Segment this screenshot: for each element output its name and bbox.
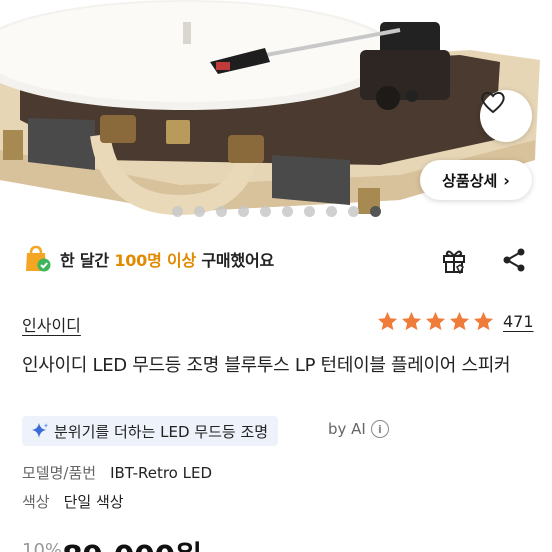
spec-row-model: 모델명/품번 IBT-Retro LED — [22, 462, 212, 483]
heart-icon — [481, 91, 505, 114]
star-icon — [401, 311, 422, 331]
ai-summary-text: 분위기를 더하는 LED 무드등 조명 — [54, 422, 269, 441]
carousel-dot[interactable] — [325, 206, 337, 217]
chevron-right-icon: › — [503, 170, 510, 190]
carousel-dot[interactable] — [171, 206, 183, 217]
gift-icon[interactable] — [440, 246, 468, 275]
spec-value: IBT-Retro LED — [110, 464, 213, 482]
carousel-dot[interactable] — [259, 206, 271, 217]
carousel-dot[interactable] — [281, 206, 293, 217]
ai-source[interactable]: by AI i — [328, 420, 389, 438]
spec-label: 모델명/품번 — [22, 464, 97, 482]
ai-summary-chip[interactable]: 분위기를 더하는 LED 무드등 조명 — [22, 416, 279, 446]
carousel-pagination — [0, 206, 552, 220]
review-count-link[interactable]: 471 — [503, 312, 534, 331]
star-icon — [473, 311, 494, 331]
spec-label: 색상 — [22, 493, 50, 511]
spec-value: 단일 색상 — [63, 493, 124, 511]
product-detail-button[interactable]: 상품상세 › — [420, 160, 532, 200]
purchase-count-banner: 한 달간 100명 이상 구매했어요 — [22, 244, 274, 274]
carousel-dot[interactable] — [215, 206, 227, 217]
brand-link[interactable]: 인사이디 — [22, 312, 81, 336]
carousel-dot[interactable] — [193, 206, 205, 217]
product-image-carousel[interactable]: 상품상세 › — [0, 0, 552, 226]
spec-row-color: 색상 단일 색상 — [22, 491, 124, 512]
share-icon[interactable] — [500, 246, 528, 274]
product-detail-label: 상품상세 — [442, 171, 498, 190]
purchase-prefix: 한 달간 — [60, 251, 115, 270]
sparkle-icon — [32, 423, 48, 438]
purchase-count: 100명 이상 — [114, 251, 197, 270]
carousel-dot[interactable] — [237, 206, 249, 217]
ai-source-label: by AI — [328, 420, 366, 438]
star-icon — [449, 311, 470, 331]
carousel-dot[interactable] — [369, 206, 381, 217]
product-title: 인사이디 LED 무드등 조명 블루투스 LP 턴테이블 플레이어 스피커 — [22, 355, 511, 376]
wish-button[interactable] — [480, 90, 532, 142]
carousel-dot[interactable] — [347, 206, 359, 217]
star-icon — [425, 311, 446, 331]
shopping-bag-check-icon — [22, 244, 52, 274]
rating-stars — [376, 310, 495, 333]
purchase-suffix: 구매했어요 — [196, 251, 275, 270]
discount-rate: 10% — [22, 540, 63, 552]
info-icon: i — [370, 420, 389, 438]
star-icon — [377, 311, 398, 331]
sale-price: 89,000원 — [62, 532, 202, 552]
purchase-count-text: 한 달간 100명 이상 구매했어요 — [60, 247, 274, 271]
carousel-dot[interactable] — [303, 206, 315, 217]
